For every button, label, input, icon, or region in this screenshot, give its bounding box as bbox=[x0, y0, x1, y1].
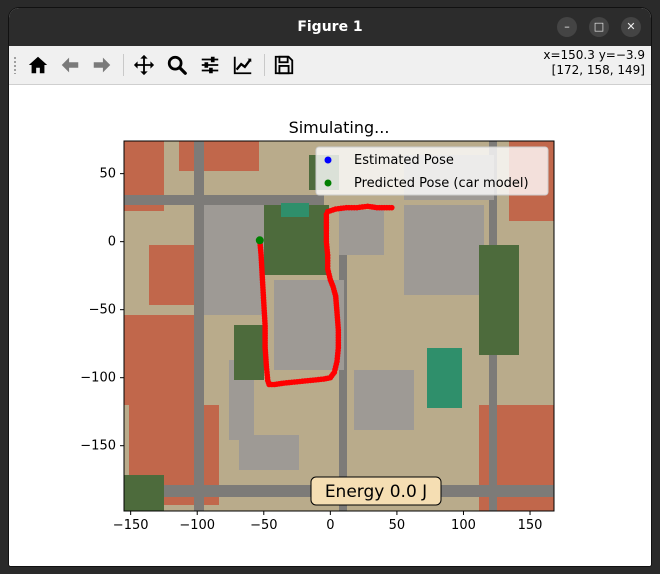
configure-subplots-button[interactable] bbox=[197, 52, 223, 78]
coordinate-readout: x=150.3 y=−3.9 bbox=[543, 48, 645, 62]
forward-button[interactable] bbox=[89, 52, 115, 78]
maximize-button[interactable]: □ bbox=[589, 17, 609, 37]
legend-marker-predicted bbox=[324, 179, 332, 187]
legend-label-predicted: Predicted Pose (car model) bbox=[354, 176, 529, 191]
legend-marker-estimated bbox=[324, 156, 332, 164]
plot-svg: Simulating... −150 −100 −50 0 50 100 150… bbox=[80, 118, 555, 533]
toolbar-separator bbox=[264, 54, 265, 76]
navigation-toolbar: x=150.3 y=−3.9 [172, 158, 149] bbox=[9, 46, 651, 85]
home-icon bbox=[28, 56, 48, 74]
figure-window: Figure 1 – □ ✕ x=150.3 y=−3.9 [172, 158,… bbox=[9, 8, 651, 566]
toolbar-separator bbox=[123, 54, 124, 76]
legend-label-estimated: Estimated Pose bbox=[354, 153, 454, 168]
x-tick-label: 100 bbox=[451, 518, 476, 533]
x-tick-label: 50 bbox=[389, 518, 406, 533]
y-tick-label: −50 bbox=[89, 303, 116, 318]
arrow-left-icon bbox=[61, 57, 79, 73]
energy-label: Energy 0.0 J bbox=[325, 482, 427, 502]
minimize-button[interactable]: – bbox=[557, 17, 577, 37]
close-button[interactable]: ✕ bbox=[621, 17, 641, 37]
floppy-disk-icon bbox=[274, 55, 294, 75]
energy-annotation: Energy 0.0 J bbox=[310, 476, 442, 506]
trajectory-point bbox=[388, 204, 395, 211]
legend: Estimated Pose Predicted Pose (car model… bbox=[315, 146, 549, 196]
x-tick-label: −50 bbox=[250, 518, 277, 533]
arrow-right-icon bbox=[93, 57, 111, 73]
chart-title: Simulating... bbox=[289, 118, 390, 137]
pixel-value-readout: [172, 158, 149] bbox=[551, 63, 645, 77]
x-tick-label: −100 bbox=[179, 518, 215, 533]
line-chart-icon bbox=[233, 56, 252, 75]
back-button[interactable] bbox=[57, 52, 83, 78]
x-tick-label: 150 bbox=[518, 518, 543, 533]
y-tick-label: −150 bbox=[80, 439, 116, 454]
magnifier-icon bbox=[167, 55, 187, 75]
save-button[interactable] bbox=[271, 52, 297, 78]
cursor-coordinates: x=150.3 y=−3.9 [172, 158, 149] bbox=[543, 48, 645, 78]
home-button[interactable] bbox=[25, 52, 51, 78]
x-tick-label: 0 bbox=[326, 518, 334, 533]
y-tick-label: 50 bbox=[99, 167, 116, 182]
x-tick-label: −150 bbox=[113, 518, 149, 533]
y-tick-label: −100 bbox=[80, 371, 116, 386]
move-icon bbox=[133, 54, 155, 76]
toolbar-grip-icon[interactable] bbox=[13, 56, 17, 74]
window-title: Figure 1 bbox=[297, 19, 363, 35]
edit-axis-button[interactable] bbox=[230, 52, 256, 78]
title-bar: Figure 1 – □ ✕ bbox=[9, 8, 651, 46]
zoom-button[interactable] bbox=[164, 52, 190, 78]
pose-point bbox=[255, 236, 264, 245]
pan-button[interactable] bbox=[131, 52, 157, 78]
sliders-icon bbox=[201, 56, 219, 74]
y-tick-label: 0 bbox=[108, 235, 116, 250]
figure-canvas[interactable]: Simulating... −150 −100 −50 0 50 100 150… bbox=[9, 85, 651, 566]
